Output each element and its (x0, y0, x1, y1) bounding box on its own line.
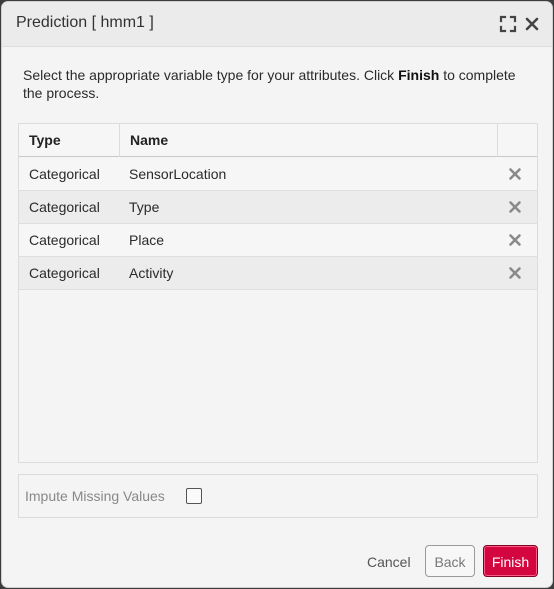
remove-icon[interactable] (508, 200, 522, 214)
table-row[interactable]: Categorical SensorLocation (19, 158, 537, 191)
table-row[interactable]: Categorical Type (19, 191, 537, 224)
table-header: Type Name (19, 124, 537, 157)
back-button[interactable]: Back (425, 545, 475, 577)
close-icon[interactable] (523, 15, 541, 33)
attributes-table: Type Name Categorical SensorLocation Cat… (18, 123, 538, 463)
table-row[interactable]: Categorical Activity (19, 257, 537, 290)
instruction-text-start: Select the appropriate variable type for… (23, 67, 399, 83)
cancel-button[interactable]: Cancel (360, 545, 416, 577)
column-header-type[interactable]: Type (19, 124, 120, 157)
row-type-value[interactable]: Categorical (29, 224, 100, 256)
row-name-value: Place (129, 232, 165, 248)
remove-icon[interactable] (508, 233, 522, 247)
impute-missing-values-label: Impute Missing Values (25, 488, 165, 504)
impute-missing-values-checkbox[interactable] (186, 488, 202, 504)
row-name-value: Activity (129, 265, 174, 281)
dialog-titlebar: Prediction [ hmm1 ] (2, 2, 552, 47)
row-name-value: Type (129, 199, 160, 215)
dialog-title: Prediction [ hmm1 ] (16, 14, 154, 31)
remove-icon[interactable] (508, 167, 522, 181)
finish-button[interactable]: Finish (483, 545, 538, 577)
table-row[interactable]: Categorical Place (19, 224, 537, 257)
instruction-text: Select the appropriate variable type for… (23, 66, 523, 102)
row-type-value[interactable]: Categorical (29, 158, 100, 190)
expand-icon[interactable] (499, 15, 517, 33)
prediction-dialog: Prediction [ hmm1 ] Select the appropria… (1, 1, 553, 588)
row-type-value[interactable]: Categorical (29, 257, 100, 289)
impute-options-panel: Impute Missing Values (18, 474, 538, 518)
column-header-name[interactable]: Name (120, 124, 498, 157)
row-name-value: SensorLocation (129, 166, 227, 182)
remove-icon[interactable] (508, 266, 522, 280)
row-type-value[interactable]: Categorical (29, 191, 100, 223)
instruction-finish-emphasis: Finish (398, 67, 440, 83)
column-header-actions (498, 124, 537, 157)
